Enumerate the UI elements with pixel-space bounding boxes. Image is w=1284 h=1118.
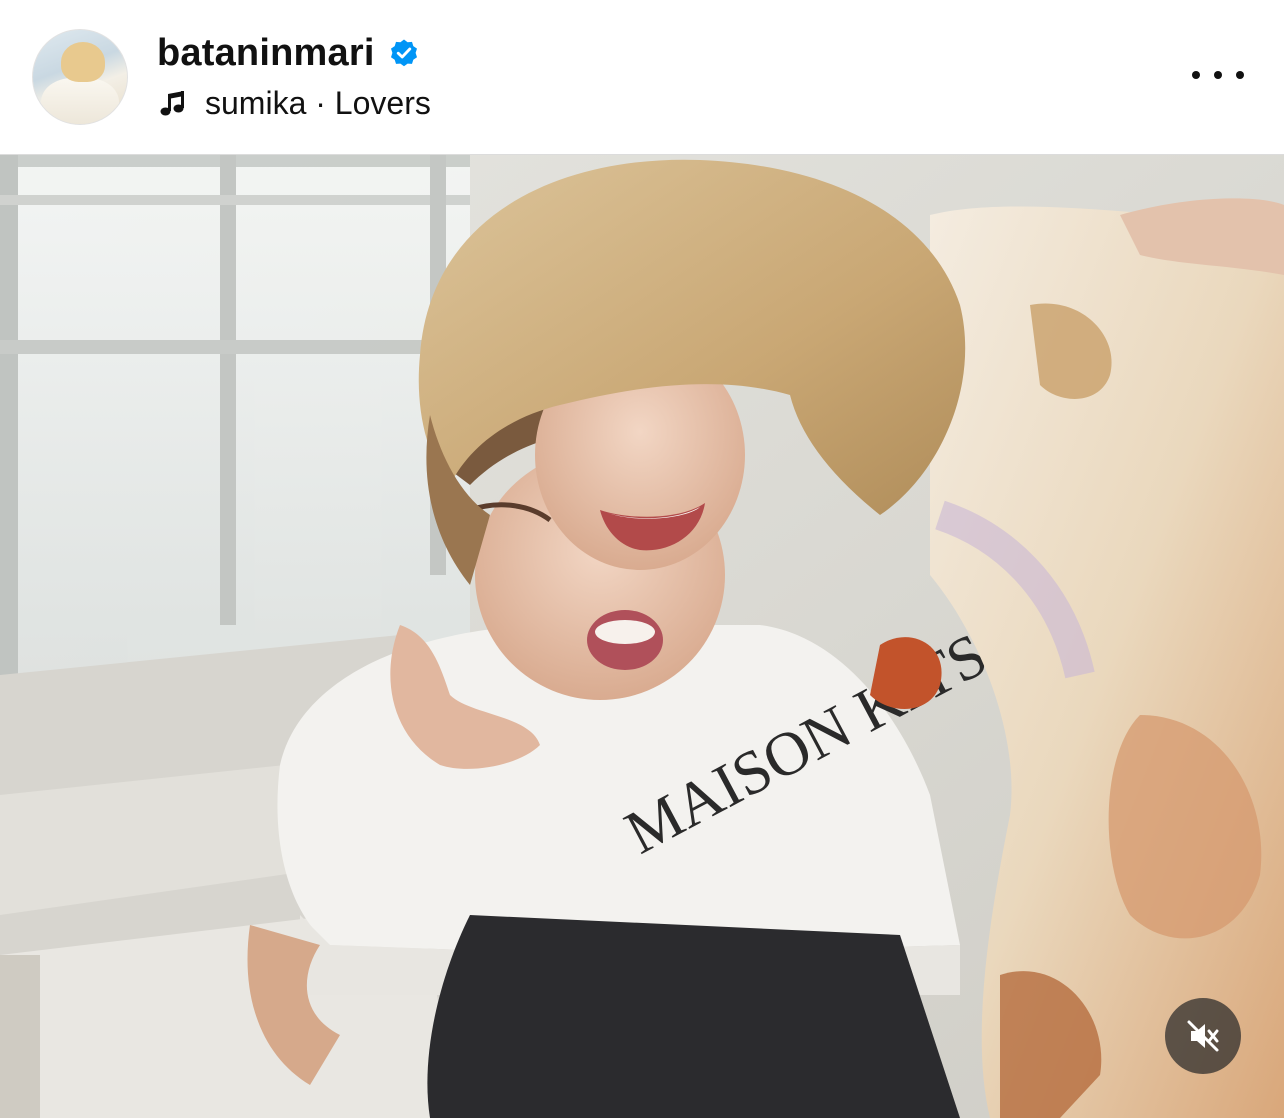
mute-toggle-button[interactable] [1165,998,1241,1074]
more-options-dot [1236,71,1244,79]
avatar-figure-hair [61,42,105,82]
music-note-icon [160,91,184,116]
music-track-label: sumika · Lovers [205,84,431,121]
post-header: bataninmari sumika · Lovers [0,0,1284,155]
music-attribution[interactable]: sumika · Lovers [157,82,431,124]
profile-avatar[interactable] [32,29,128,125]
video-frame-image: MAISON KITSUNE [0,155,1284,1118]
avatar-figure-dress [41,78,119,124]
post-media-video[interactable]: MAISON KITSUNE [0,155,1284,1118]
username-link[interactable]: bataninmari [157,32,375,75]
speaker-muted-icon [1187,1020,1219,1052]
username-row: bataninmari [157,30,419,76]
more-options-dot [1214,71,1222,79]
more-options-icon [1192,71,1200,79]
more-options-button[interactable] [1192,60,1244,90]
verified-badge-icon [390,39,417,67]
